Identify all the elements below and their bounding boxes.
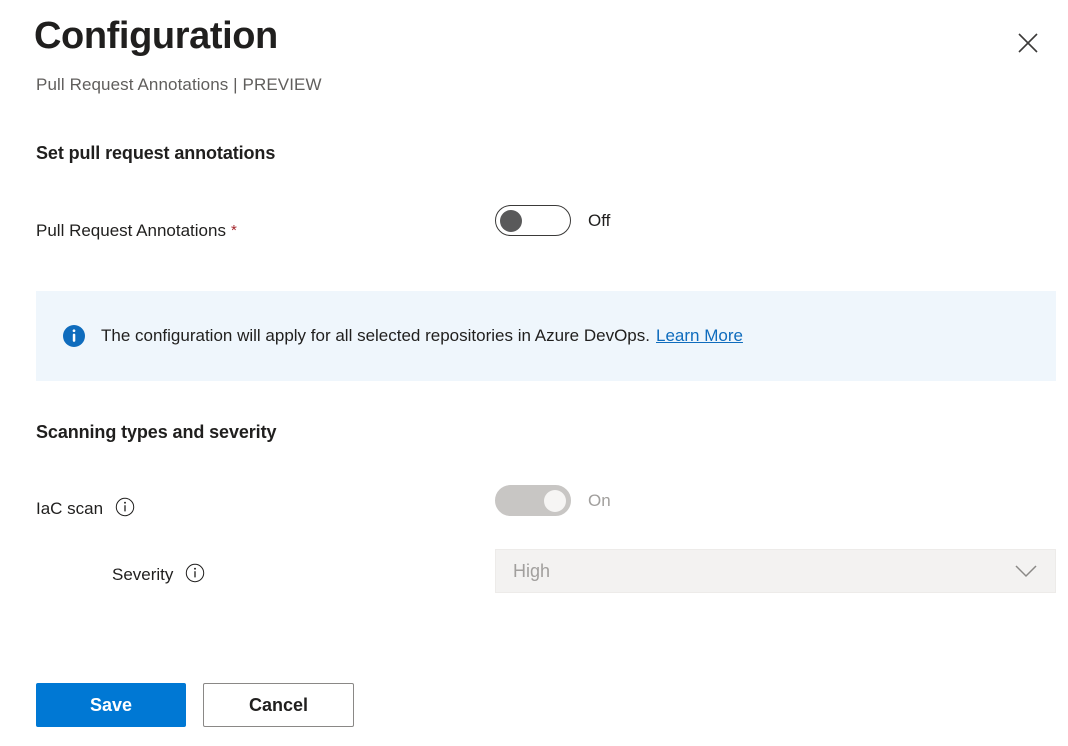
section-heading-scanning-types: Scanning types and severity	[36, 422, 277, 442]
field-label-pull-request-annotations: Pull Request Annotations *	[36, 221, 237, 241]
info-circle-icon[interactable]	[185, 563, 205, 583]
pull-request-annotations-toggle-row: Off	[495, 205, 610, 236]
configuration-panel: Configuration Pull Request Annotations |…	[0, 0, 1068, 746]
pull-request-annotations-label-text: Pull Request Annotations	[36, 221, 226, 240]
info-banner-message: The configuration will apply for all sel…	[101, 325, 650, 345]
field-label-iac-scan: IaC scan	[36, 497, 135, 519]
section-heading-set-annotations: Set pull request annotations	[36, 143, 276, 163]
learn-more-link[interactable]: Learn More	[656, 326, 743, 345]
field-label-severity: Severity	[112, 563, 205, 585]
pull-request-annotations-toggle-state: Off	[588, 210, 611, 230]
toggle-thumb	[544, 489, 566, 512]
close-button[interactable]	[1009, 24, 1047, 62]
severity-dropdown-value: High	[513, 560, 551, 581]
severity-dropdown[interactable]: High	[495, 549, 1056, 593]
iac-scan-toggle-state: On	[588, 490, 611, 510]
info-banner: The configuration will apply for all sel…	[36, 291, 1056, 381]
info-filled-icon	[62, 324, 86, 348]
iac-scan-toggle-row: On	[495, 485, 611, 516]
info-banner-text: The configuration will apply for all sel…	[101, 325, 743, 347]
page-subtitle: Pull Request Annotations | PREVIEW	[36, 75, 322, 94]
chevron-down-icon	[1014, 564, 1038, 578]
info-circle-icon[interactable]	[115, 497, 135, 517]
required-asterisk: *	[230, 222, 237, 239]
page-title: Configuration	[34, 15, 278, 57]
cancel-button[interactable]: Cancel	[203, 683, 354, 727]
pull-request-annotations-toggle[interactable]	[495, 205, 571, 236]
close-icon	[1017, 32, 1039, 54]
severity-label-text: Severity	[112, 565, 174, 584]
iac-scan-label-text: IaC scan	[36, 499, 104, 518]
iac-scan-toggle	[495, 485, 571, 516]
toggle-thumb	[500, 209, 522, 232]
save-button[interactable]: Save	[36, 683, 186, 727]
